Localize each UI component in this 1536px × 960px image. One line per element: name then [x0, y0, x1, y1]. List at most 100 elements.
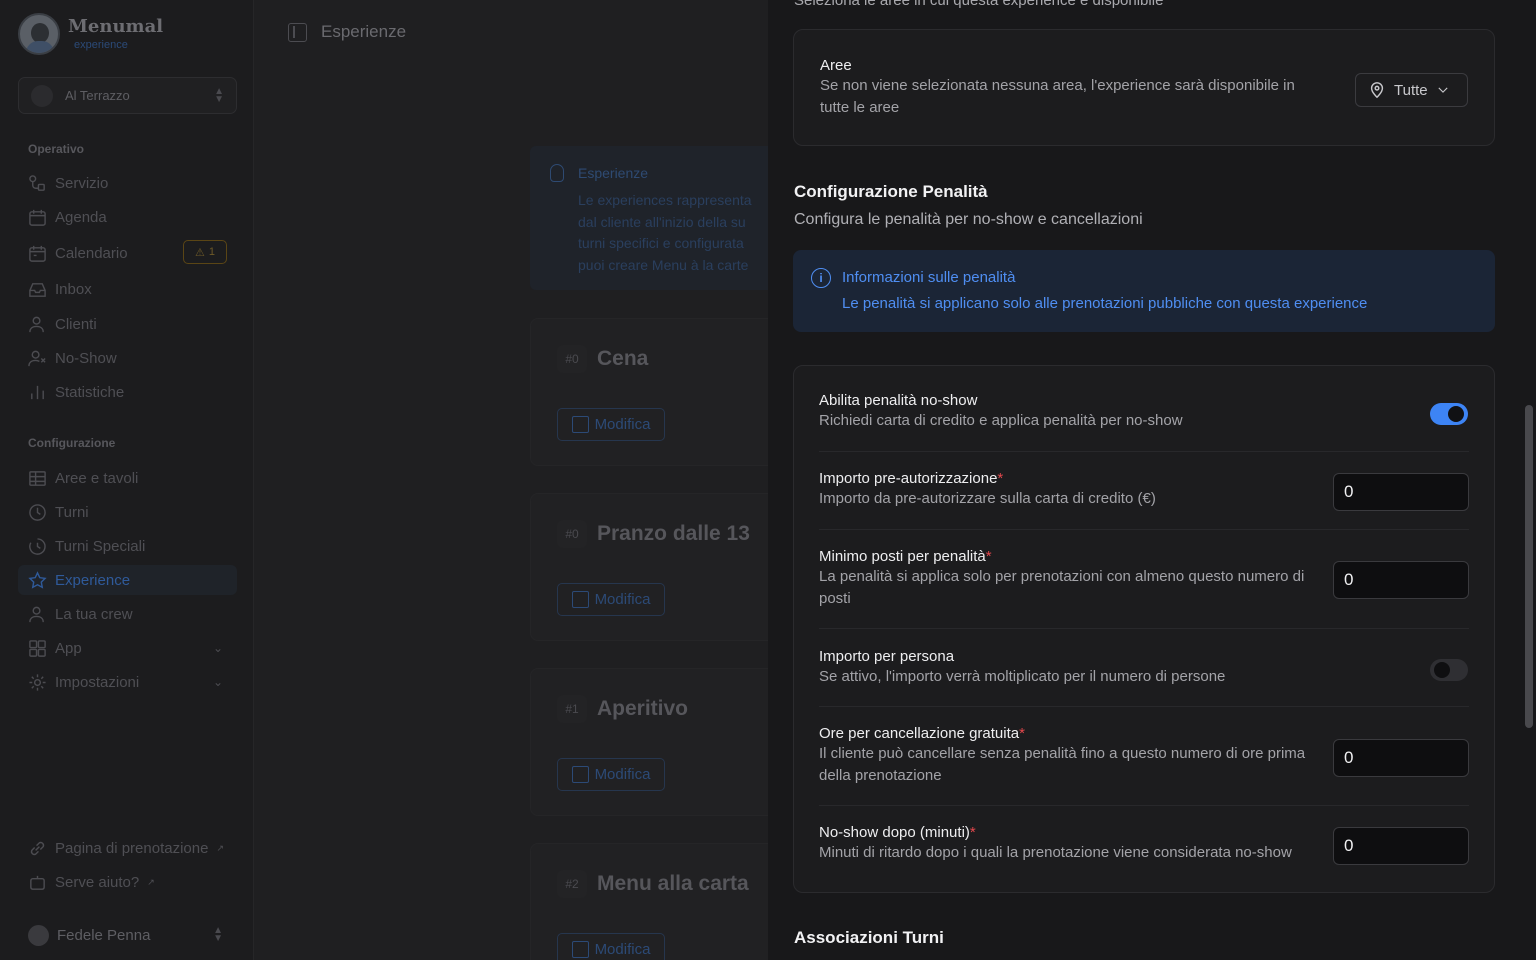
sidebar-item-aree-tavoli[interactable]: Aree e tavoli [18, 463, 237, 493]
sidebar-item-calendario[interactable]: Calendario ⚠ 1 [18, 238, 237, 268]
preauth-amount-input[interactable] [1333, 473, 1469, 511]
setting-title-text: Minimo posti per penalità [819, 548, 986, 565]
users-icon [28, 315, 47, 334]
experience-number: #0 [557, 345, 587, 373]
setting-title: Abilita penalità no-show [819, 392, 978, 409]
edit-icon [571, 766, 589, 783]
venue-switcher[interactable]: Al Terrazzo ▲ ▼ [18, 77, 237, 114]
brand-name: Menumal [68, 16, 164, 37]
sidebar-item-label: Calendario [55, 244, 128, 262]
info-card: Esperienze Le experiences rappresenta da… [530, 146, 790, 290]
scrollbar-thumb[interactable] [1525, 405, 1533, 728]
edit-icon [571, 941, 589, 958]
setting-desc: Il cliente può cancellare senza penalità… [819, 745, 1306, 762]
setting-text: Importo pre-autorizzazione* Importo da p… [819, 470, 1156, 510]
sidebar-item-experience[interactable]: Experience [18, 565, 237, 595]
brand-sub: experience [74, 39, 128, 51]
inbox-icon [28, 280, 47, 299]
page-title: Esperienze [321, 22, 407, 41]
penalty-section-title: Configurazione Penalità [794, 182, 988, 201]
setting-desc: Importo da pre-autorizzare sulla carta d… [819, 490, 1156, 507]
grid-icon [28, 639, 47, 658]
sidebar-item-no-show[interactable]: No-Show [18, 343, 237, 373]
edit-button[interactable]: Modifica [557, 758, 665, 791]
clock-special-icon [28, 537, 47, 556]
sidebar-item-label: App [55, 639, 82, 657]
user-menu[interactable]: Fedele Penna ▲ ▼ [18, 920, 237, 950]
setting-desc: posti [819, 589, 851, 607]
noshow-penalty-toggle[interactable] [1430, 403, 1468, 425]
info-line: puoi creare Menu à la carte [578, 256, 749, 273]
edit-icon [571, 416, 589, 433]
areas-select[interactable]: Tutte [1355, 73, 1468, 107]
clock-icon [28, 503, 47, 522]
areas-select-value: Tutte [1394, 81, 1428, 99]
edit-icon [571, 591, 589, 608]
edit-label: Modifica [594, 416, 651, 433]
experience-name: Menu alla carta [597, 872, 749, 895]
penalty-section-subtitle: Configura le penalità per no-show e canc… [794, 211, 1143, 228]
setting-title-text: Ore per cancellazione gratuita [819, 725, 1020, 742]
chevron-updown-icon: ▲ ▼ [213, 925, 223, 944]
sidebar-item-label: Statistiche [55, 383, 125, 401]
chevron-down-icon [1438, 87, 1448, 93]
link-icon [28, 839, 47, 858]
sidebar-item-crew[interactable]: La tua crew [18, 599, 237, 629]
gear-icon [28, 673, 47, 692]
setting-noshow-minutes: No-show dopo (minuti)* Minuti di ritardo… [819, 806, 1469, 884]
edit-button[interactable]: Modifica [557, 408, 665, 441]
experience-card: #2 Menu alla carta Modifica [530, 843, 790, 960]
sidebar-item-statistiche[interactable]: Statistiche [18, 377, 237, 407]
noshow-minutes-input[interactable] [1333, 827, 1469, 865]
experience-name: Pranzo dalle 13 [597, 522, 750, 545]
brand[interactable]: Menumal experience [18, 13, 163, 55]
sidebar-item-inbox[interactable]: Inbox [18, 274, 237, 304]
booking-page-link[interactable]: Pagina di prenotazione ↗ [18, 833, 237, 863]
sidebar-item-app[interactable]: App ⌄ [18, 633, 237, 663]
edit-label: Modifica [594, 766, 651, 783]
app-root: Menumal experience Al Terrazzo ▲ ▼ Operat… [0, 0, 1536, 960]
toggle-knob [1434, 662, 1450, 678]
edit-button[interactable]: Modifica [557, 933, 665, 960]
setting-title: No-show dopo (minuti)* [819, 824, 1292, 841]
edit-button[interactable]: Modifica [557, 583, 665, 616]
sidebar-item-label: Turni Speciali [55, 537, 146, 555]
experience-card: #1 Aperitivo Modifica [530, 668, 790, 816]
info-line: Le experiences rappresenta [578, 192, 752, 208]
sidebar-item-label: Inbox [55, 280, 92, 298]
free-cancel-hours-input[interactable] [1333, 739, 1469, 777]
chart-icon [28, 383, 47, 402]
required-mark: * [985, 548, 992, 565]
panel-scrollbar[interactable] [1522, 0, 1536, 960]
sidebar-item-clienti[interactable]: Clienti [18, 309, 237, 339]
sidebar-item-agenda[interactable]: Agenda [18, 202, 237, 232]
map-pin-icon [1370, 82, 1384, 99]
help-link[interactable]: Serve aiuto? ↗ [18, 867, 237, 897]
sidebar-item-impostazioni[interactable]: Impostazioni ⌄ [18, 667, 237, 697]
required-mark: * [1019, 725, 1025, 742]
info-line: turni specifici e configurata [578, 235, 744, 251]
sidebar-item-label: Agenda [55, 208, 107, 226]
per-person-toggle[interactable] [1430, 659, 1468, 681]
setting-title: Minimo posti per penalità* [819, 548, 1304, 565]
sidebar-toggle-icon[interactable] [288, 22, 307, 42]
calendar-icon [28, 244, 47, 263]
booking-page-label: Pagina di prenotazione [55, 839, 209, 857]
venue-name: Al Terrazzo [65, 88, 130, 103]
min-seats-input[interactable] [1333, 561, 1469, 599]
experience-card: #0 Pranzo dalle 13 Modifica [530, 493, 790, 641]
callout-body: Le penalità si applicano solo alle preno… [842, 295, 1368, 312]
setting-per-person: Importo per persona Se attivo, l'importo… [819, 629, 1469, 707]
setting-desc: Minuti di ritardo dopo i quali la prenot… [819, 844, 1292, 861]
brand-text: Menumal experience [68, 16, 164, 52]
service-icon [28, 174, 47, 193]
setting-title-text: Importo pre-autorizzazione [819, 470, 998, 487]
agenda-icon [28, 208, 47, 227]
sidebar-item-turni-speciali[interactable]: Turni Speciali [18, 531, 237, 561]
setting-desc: La penalità si applica solo per prenotaz… [819, 568, 1305, 585]
info-card-body: Le experiences rappresenta dal cliente a… [578, 190, 778, 276]
experience-card: #0 Cena Modifica [530, 318, 790, 466]
sidebar-item-turni[interactable]: Turni [18, 497, 237, 527]
setting-text: Minimo posti per penalità* La penalità s… [819, 548, 1304, 609]
sidebar-item-servizio[interactable]: Servizio [18, 168, 237, 198]
